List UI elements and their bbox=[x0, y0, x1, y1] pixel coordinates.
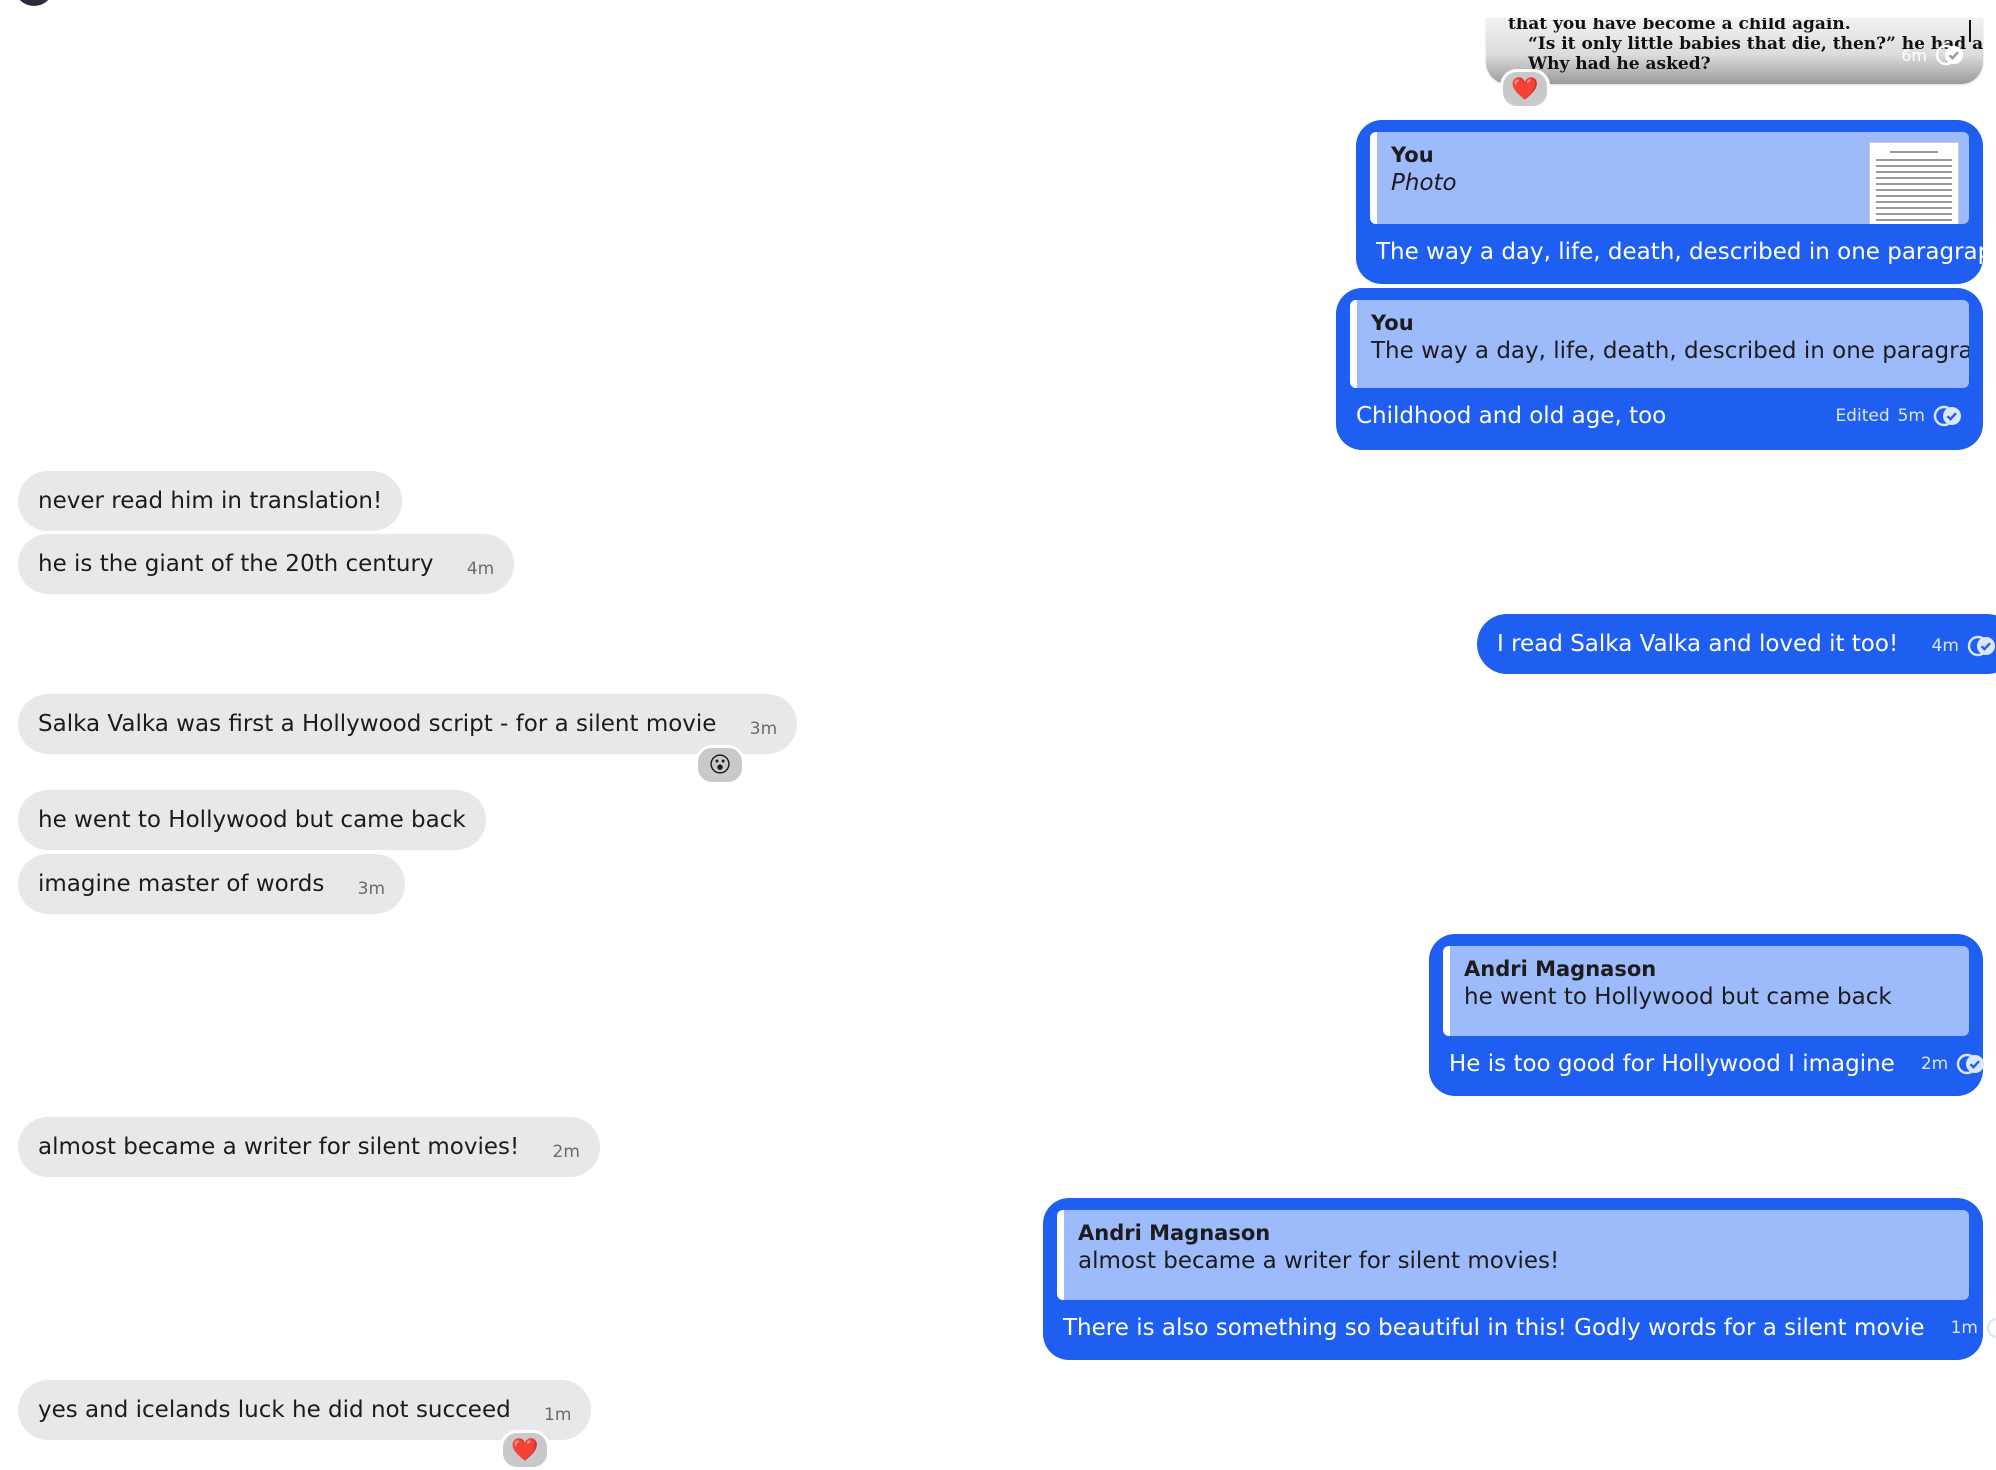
message-meta: 4m bbox=[1932, 632, 1996, 660]
timestamp: 1m bbox=[544, 1401, 571, 1429]
avatar[interactable] bbox=[14, 0, 54, 6]
message-text: never read him in translation! bbox=[38, 488, 382, 514]
reaction-badge[interactable]: ❤️ bbox=[500, 1430, 550, 1470]
incoming-message[interactable]: yes and icelands luck he did not succeed… bbox=[18, 1380, 591, 1440]
timestamp: 5m bbox=[1898, 402, 1925, 430]
reply-body: The way a day, life, death, described in… bbox=[1370, 238, 1969, 266]
timestamp: 4m bbox=[467, 555, 494, 583]
incoming-message[interactable]: never read him in translation! bbox=[18, 471, 402, 531]
photo-thumbnail[interactable] bbox=[1869, 142, 1959, 224]
quote-text: The way a day, life, death, described in… bbox=[1371, 336, 1955, 366]
reaction-badge[interactable]: ❤️ bbox=[1500, 69, 1550, 109]
outgoing-reply-message[interactable]: You Photo The way a day, life, death, de… bbox=[1356, 120, 1983, 284]
double-check-icon bbox=[1933, 405, 1963, 427]
heart-icon: ❤️ bbox=[511, 1438, 538, 1463]
heart-icon: ❤️ bbox=[1511, 77, 1538, 102]
incoming-message[interactable]: he went to Hollywood but came back bbox=[18, 790, 486, 850]
outgoing-reply-message[interactable]: Andri Magnason almost became a writer fo… bbox=[1043, 1198, 1983, 1360]
outgoing-reply-message[interactable]: You The way a day, life, death, describe… bbox=[1336, 288, 1983, 450]
edited-label: Edited bbox=[1835, 402, 1889, 430]
double-check-icon bbox=[1967, 635, 1996, 657]
quoted-message[interactable]: You Photo bbox=[1370, 132, 1969, 224]
timestamp: 3m bbox=[750, 715, 777, 743]
timestamp: 6m bbox=[1901, 46, 1927, 65]
photo-line: Why had he asked? bbox=[1528, 54, 1711, 75]
incoming-message[interactable]: almost became a writer for silent movies… bbox=[18, 1117, 600, 1177]
quote-text: almost became a writer for silent movies… bbox=[1078, 1246, 1955, 1276]
text-cursor-mark bbox=[1969, 20, 1971, 42]
message-text: The way a day, life, death, described in… bbox=[1376, 238, 1996, 266]
incoming-message[interactable]: imagine master of words 3m bbox=[18, 854, 405, 914]
message-text: Salka Valka was first a Hollywood script… bbox=[38, 711, 716, 737]
timestamp: 4m bbox=[1932, 632, 1959, 660]
surprised-face-icon: 😮 bbox=[709, 753, 732, 778]
quoted-message[interactable]: You The way a day, life, death, describe… bbox=[1350, 300, 1969, 388]
message-text: imagine master of words bbox=[38, 871, 324, 897]
message-text: he is the giant of the 20th century bbox=[38, 551, 434, 577]
photo-message-bubble[interactable]: that you have become a child again. “Is … bbox=[1486, 18, 1983, 84]
quote-author: Andri Magnason bbox=[1078, 1220, 1955, 1246]
message-meta: 1m bbox=[1951, 1314, 1996, 1342]
photo-line: that you have become a child again. bbox=[1508, 18, 1851, 35]
outgoing-message[interactable]: I read Salka Valka and loved it too! 4m bbox=[1477, 614, 1996, 674]
message-text: There is also something so beautiful in … bbox=[1063, 1314, 1925, 1342]
timestamp: 1m bbox=[1951, 1314, 1978, 1342]
reply-body: He is too good for Hollywood I imagine 2… bbox=[1443, 1050, 1969, 1078]
reaction-badge[interactable]: 😮 bbox=[695, 745, 745, 785]
quote-text: he went to Hollywood but came back bbox=[1464, 982, 1955, 1012]
reply-body: Childhood and old age, too Edited 5m bbox=[1350, 402, 1969, 430]
message-text: He is too good for Hollywood I imagine bbox=[1449, 1050, 1895, 1078]
timestamp: 2m bbox=[553, 1138, 580, 1166]
message-text: almost became a writer for silent movies… bbox=[38, 1134, 519, 1160]
incoming-message[interactable]: Salka Valka was first a Hollywood script… bbox=[18, 694, 797, 754]
message-text: he went to Hollywood but came back bbox=[38, 807, 466, 833]
outgoing-reply-message[interactable]: Andri Magnason he went to Hollywood but … bbox=[1429, 934, 1983, 1096]
timestamp: 2m bbox=[1921, 1050, 1948, 1078]
message-meta: 6m bbox=[1901, 44, 1965, 66]
message-meta: 2m bbox=[1921, 1050, 1986, 1078]
double-check-icon bbox=[1935, 44, 1965, 66]
double-check-icon bbox=[1986, 1317, 1996, 1339]
message-text: Childhood and old age, too bbox=[1356, 402, 1666, 430]
quoted-message[interactable]: Andri Magnason almost became a writer fo… bbox=[1057, 1210, 1969, 1300]
quote-author: Andri Magnason bbox=[1464, 956, 1955, 982]
quoted-message[interactable]: Andri Magnason he went to Hollywood but … bbox=[1443, 946, 1969, 1036]
double-check-icon bbox=[1956, 1053, 1986, 1075]
quote-author: You bbox=[1371, 310, 1955, 336]
timestamp: 3m bbox=[358, 875, 385, 903]
message-meta: Edited 5m bbox=[1835, 402, 1963, 430]
incoming-message[interactable]: he is the giant of the 20th century 4m bbox=[18, 534, 514, 594]
message-text: yes and icelands luck he did not succeed bbox=[38, 1397, 511, 1423]
reply-body: There is also something so beautiful in … bbox=[1057, 1314, 1969, 1342]
message-text: I read Salka Valka and loved it too! bbox=[1497, 631, 1898, 657]
